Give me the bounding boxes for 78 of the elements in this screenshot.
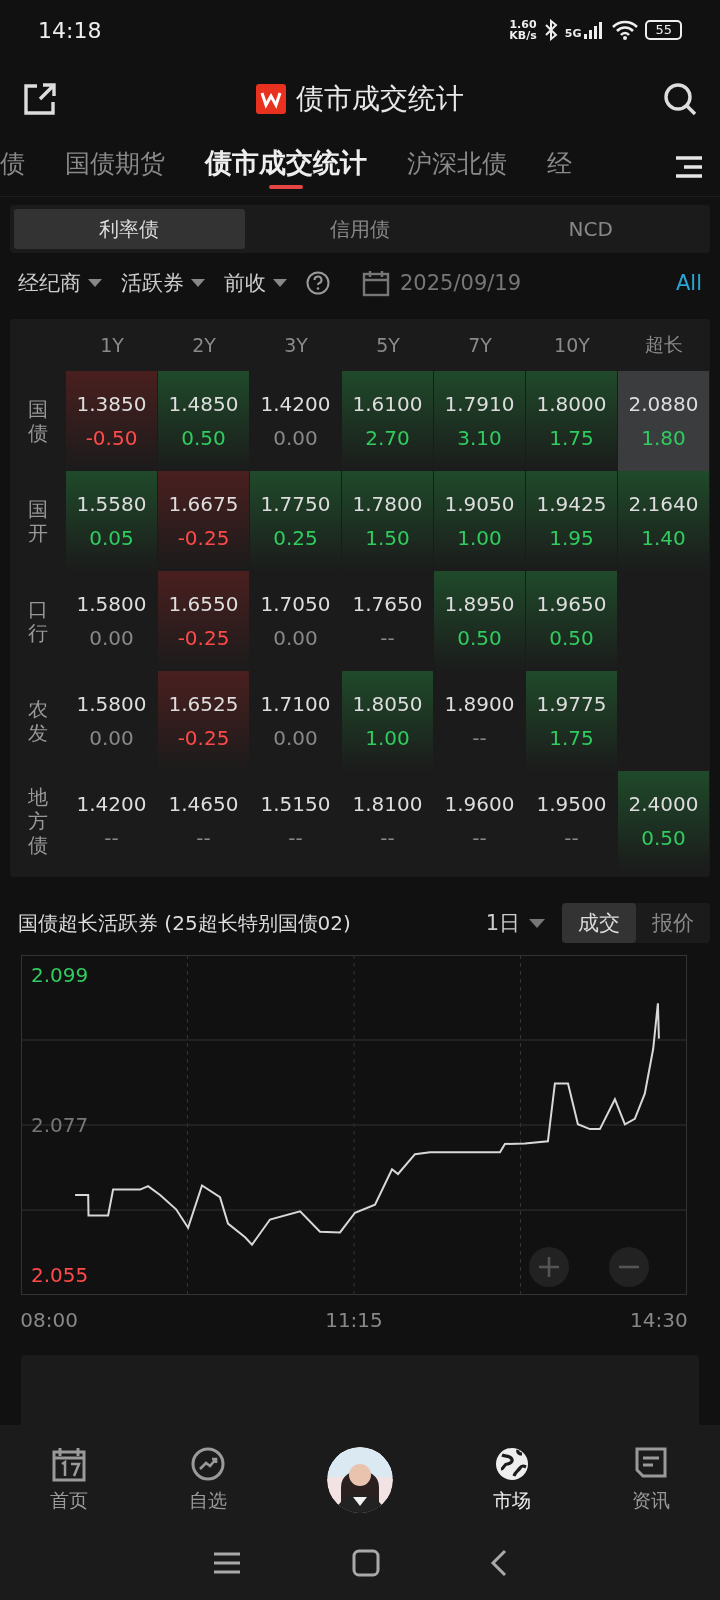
filter-dropdown[interactable]: 活跃券 xyxy=(121,269,206,297)
globe-icon xyxy=(494,1446,531,1482)
segment-tab[interactable]: NCD xyxy=(475,209,706,249)
date-field[interactable]: 2025/09/19 xyxy=(400,271,522,295)
y-axis-label: 2.077 xyxy=(31,1113,89,1137)
mode-tab[interactable]: 报价 xyxy=(636,903,710,943)
table-cell[interactable]: 2.0880 1.80 xyxy=(618,371,709,471)
filter-dropdown[interactable]: 前收 xyxy=(224,269,288,297)
back-icon[interactable] xyxy=(490,1548,508,1577)
network-type: 5G xyxy=(564,27,582,40)
nav-tab[interactable]: 首页 xyxy=(50,1446,89,1514)
column-header: 超长 xyxy=(644,332,684,357)
segment-tab[interactable]: 利率债 xyxy=(14,209,245,249)
y-axis-label: 2.055 xyxy=(31,1262,89,1287)
row-label: 国开 xyxy=(28,497,48,545)
network-speed: 1.60 KB/s xyxy=(509,19,537,41)
period-dropdown[interactable]: 1日 xyxy=(485,909,546,937)
column-header: 5Y xyxy=(375,334,401,356)
x-axis-label: 08:00 xyxy=(20,1308,78,1332)
column-header: 2Y xyxy=(191,334,217,356)
caret-icon xyxy=(528,917,546,929)
share-icon[interactable] xyxy=(22,81,58,117)
zoom-in-icon[interactable] xyxy=(529,1247,569,1287)
caret-icon xyxy=(272,278,288,288)
column-header: 1Y xyxy=(99,334,125,356)
chart-title: 国债超长活跃券 (25超长特别国债02) xyxy=(18,909,352,937)
tab[interactable]: 国债期货 xyxy=(65,146,165,188)
help-icon[interactable] xyxy=(306,271,330,295)
y-axis-label: 2.099 xyxy=(31,963,89,988)
chart-icon xyxy=(189,1446,226,1482)
table-cell[interactable]: 1.9500 -- xyxy=(526,771,617,871)
row-label: 地方债 xyxy=(28,785,48,857)
nav-tab[interactable]: 自选 xyxy=(188,1446,227,1514)
nav-tab[interactable]: 资讯 xyxy=(631,1446,670,1514)
table-cell[interactable]: 1.4650 -- xyxy=(158,771,249,871)
x-axis-label: 14:30 xyxy=(630,1308,688,1332)
row-label: 口行 xyxy=(28,597,48,645)
clock-time: 14:18 xyxy=(38,17,102,43)
column-header: 3Y xyxy=(283,334,309,356)
menu-icon[interactable] xyxy=(212,1550,242,1575)
column-header: 10Y xyxy=(553,334,591,356)
home-icon[interactable] xyxy=(352,1548,380,1577)
table-cell[interactable]: 1.8100 -- xyxy=(342,771,433,871)
mode-tab[interactable]: 成交 xyxy=(562,903,636,943)
table-cell[interactable]: 1.8900 -- xyxy=(434,671,525,771)
tab[interactable]: 债 xyxy=(0,146,25,188)
segment-tab[interactable]: 信用债 xyxy=(244,209,476,249)
battery-indicator: 55 xyxy=(645,20,682,40)
search-icon[interactable] xyxy=(662,81,698,117)
table-cell[interactable]: 1.4200 0.00 xyxy=(250,371,341,471)
zoom-out-icon[interactable] xyxy=(609,1247,649,1287)
table-cell[interactable]: 1.7100 0.00 xyxy=(250,671,341,771)
wifi-icon xyxy=(611,19,640,41)
row-label: 农发 xyxy=(28,697,48,745)
tab[interactable]: 债市成交统计 xyxy=(205,145,367,189)
column-header: 7Y xyxy=(467,334,493,356)
nav-tab[interactable]: 市场 xyxy=(493,1446,532,1514)
x-axis-label: 11:15 xyxy=(325,1308,383,1332)
menu-icon[interactable] xyxy=(674,155,704,179)
table-cell[interactable]: 1.4200 -- xyxy=(66,771,157,871)
table-cell[interactable]: 1.5150 -- xyxy=(250,771,341,871)
caret-icon xyxy=(190,278,206,288)
table-cell[interactable]: 1.9600 -- xyxy=(434,771,525,871)
caret-icon xyxy=(87,278,103,288)
table-cell[interactable]: 1.5800 0.00 xyxy=(66,671,157,771)
all-link[interactable]: All xyxy=(675,271,702,295)
table-cell[interactable]: 1.7650 -- xyxy=(342,571,433,671)
calendar-icon xyxy=(51,1446,88,1482)
table-cell[interactable]: 1.5800 0.00 xyxy=(66,571,157,671)
row-label: 国债 xyxy=(28,397,48,445)
tab[interactable]: 经 xyxy=(547,146,572,188)
app-logo-icon xyxy=(256,84,286,114)
tab[interactable]: 沪深北债 xyxy=(407,146,507,188)
filter-dropdown[interactable]: 经纪商 xyxy=(18,269,103,297)
table-cell[interactable]: 1.7050 0.00 xyxy=(250,571,341,671)
calendar-icon[interactable] xyxy=(362,269,390,297)
page-title: 债市成交统计 xyxy=(296,81,464,117)
bluetooth-icon xyxy=(542,19,559,41)
